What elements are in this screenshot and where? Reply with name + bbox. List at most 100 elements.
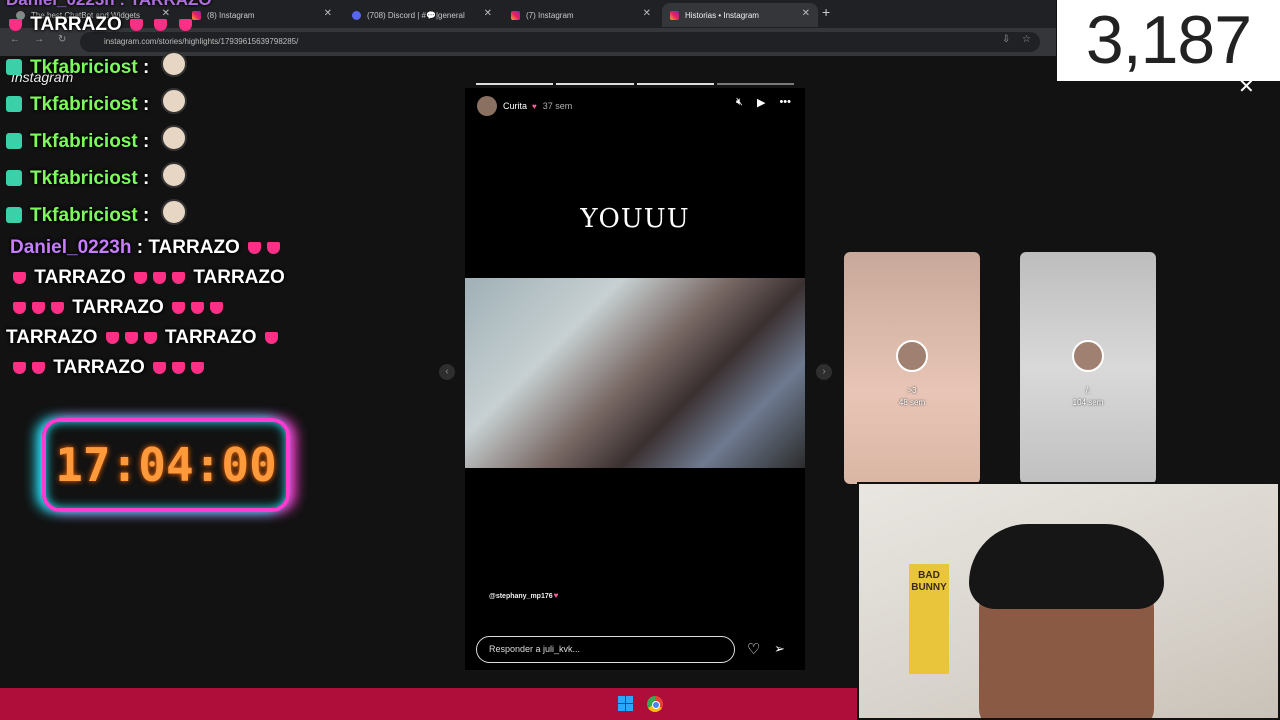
avatar[interactable] xyxy=(477,96,497,116)
chat-separator: : xyxy=(142,57,150,78)
chat-message: Tkfabriciost : xyxy=(6,199,187,227)
story-caption: YOUUU xyxy=(580,204,690,234)
chat-text: TARRAZO xyxy=(34,267,126,288)
story-header: Curita ♥ 37 sem xyxy=(477,96,572,116)
face-emote-icon xyxy=(160,199,187,225)
badge-icon xyxy=(6,207,22,223)
reply-input[interactable]: Responder a juli_kvk... xyxy=(476,636,735,663)
tongue-emote-icon xyxy=(13,362,26,374)
face-emote-icon xyxy=(160,162,187,188)
tongue-emote-icon xyxy=(153,272,167,284)
chat-username: Tkfabriciost xyxy=(30,205,138,226)
chat-overlay: Daniel_0223h : TARRAZO TARRAZO Instagram… xyxy=(0,0,320,384)
chat-message: Tkfabriciost : xyxy=(6,51,187,79)
face-emote-icon xyxy=(160,88,187,114)
tongue-emote-icon xyxy=(124,332,138,344)
more-options-icon[interactable]: ••• xyxy=(779,96,791,109)
chat-text: Daniel_0223h : TARRAZO xyxy=(6,0,212,9)
highlight-time: 104 sem xyxy=(1072,398,1104,407)
chat-separator: : xyxy=(142,94,150,115)
tongue-emote-icon xyxy=(172,362,186,374)
tongue-emote-icon xyxy=(172,302,186,314)
tongue-emote-icon xyxy=(32,362,45,374)
mute-icon[interactable]: 🔇︎ xyxy=(736,96,743,109)
highlight-title: >3 xyxy=(907,386,917,395)
chat-username: Tkfabriciost xyxy=(30,94,138,115)
send-icon[interactable]: ➢ xyxy=(774,641,785,657)
play-icon[interactable]: ▶ xyxy=(757,96,765,109)
close-icon[interactable]: ✕ xyxy=(484,8,492,19)
story-viewer[interactable]: Curita ♥ 37 sem 🔇︎ ▶ ••• YOUUU @stephany… xyxy=(465,88,805,670)
face-emote-icon xyxy=(160,51,187,77)
story-username[interactable]: Curita xyxy=(503,101,527,111)
tab-label: Historias • Instagram xyxy=(685,10,759,20)
chat-text: TARRAZO xyxy=(148,237,240,258)
badge-icon xyxy=(6,133,22,149)
discord-favicon-icon xyxy=(352,10,361,20)
chat-username: Tkfabriciost xyxy=(30,131,138,152)
close-icon[interactable]: ✕ xyxy=(802,8,810,19)
streamer-hair xyxy=(969,524,1164,609)
story-image xyxy=(465,278,805,468)
tongue-emote-icon xyxy=(134,272,148,284)
chat-message: TARRAZO xyxy=(6,14,195,36)
tongue-emote-icon xyxy=(154,19,168,31)
tab-discord[interactable]: (708) Discord | #💬|general ✕ xyxy=(344,3,500,27)
mention-text: @stephany_mp176 xyxy=(489,593,553,600)
progress-segment xyxy=(716,83,794,85)
tongue-emote-icon xyxy=(191,302,205,314)
progress-segment xyxy=(556,83,634,85)
close-icon[interactable]: ✕ xyxy=(324,8,332,19)
chat-message-cont: TARRAZO xyxy=(10,357,207,379)
chat-text: TARRAZO xyxy=(30,14,122,35)
chat-message: Daniel_0223h : TARRAZO xyxy=(10,237,283,259)
avatar xyxy=(896,340,928,372)
chat-text: TARRAZO xyxy=(165,327,257,348)
progress-segment xyxy=(476,83,554,85)
chrome-icon[interactable] xyxy=(647,696,663,712)
chat-message-cont: TARRAZO TARRAZO xyxy=(10,267,285,289)
story-mention[interactable]: @stephany_mp176♥ xyxy=(489,591,558,600)
chat-text: TARRAZO xyxy=(193,267,285,288)
badge-icon xyxy=(6,96,22,112)
windows-start-icon[interactable] xyxy=(618,696,633,711)
highlight-time: 48 sem xyxy=(898,398,926,407)
tab-instagram-7[interactable]: (7) Instagram ✕ xyxy=(503,3,659,27)
chat-message-cont: TARRAZO TARRAZO xyxy=(6,327,281,349)
heart-emoji-icon: ♥ xyxy=(553,591,559,600)
tongue-emote-icon xyxy=(51,302,64,314)
previous-arrow-icon[interactable]: ‹ xyxy=(439,364,455,380)
chat-text: TARRAZO xyxy=(6,327,98,348)
chat-separator: : xyxy=(142,131,150,152)
heart-icon[interactable]: ♡ xyxy=(747,640,760,658)
next-arrow-icon[interactable]: › xyxy=(816,364,832,380)
stream-clock: 17:04:00 xyxy=(42,418,290,512)
close-icon[interactable]: ✕ xyxy=(643,8,651,19)
tab-label: (708) Discord | #💬|general xyxy=(367,10,465,20)
badge-icon xyxy=(6,170,22,186)
bookmark-star-icon[interactable]: ☆ xyxy=(1022,34,1031,45)
chat-username: Daniel_0223h xyxy=(10,237,132,258)
tongue-emote-icon xyxy=(13,302,26,314)
face-emote-icon xyxy=(160,125,187,151)
tab-label: (7) Instagram xyxy=(526,10,574,20)
tongue-emote-icon xyxy=(264,332,278,344)
wall-poster: BAD BUNNY xyxy=(909,564,949,674)
tongue-emote-icon xyxy=(130,19,144,31)
chat-message: Tkfabriciost : xyxy=(6,162,187,190)
tongue-emote-icon xyxy=(178,19,192,31)
tab-historias[interactable]: Historias • Instagram ✕ xyxy=(662,3,818,27)
install-icon[interactable]: ⇩ xyxy=(1002,34,1010,45)
highlight-card[interactable]: >3 48 sem xyxy=(844,252,980,484)
chat-text: TARRAZO xyxy=(53,357,145,378)
tongue-emote-icon xyxy=(143,332,157,344)
close-icon[interactable]: ✕ xyxy=(1238,74,1255,99)
chat-message-cont: TARRAZO xyxy=(10,297,226,319)
instagram-favicon-icon xyxy=(511,10,520,20)
tongue-emote-icon xyxy=(32,302,45,314)
chat-text: TARRAZO xyxy=(72,297,164,318)
chat-separator: : xyxy=(142,205,150,226)
highlight-card[interactable]: /: 104 sem xyxy=(1020,252,1156,484)
tongue-emote-icon xyxy=(172,272,186,284)
new-tab-icon[interactable]: + xyxy=(822,4,830,20)
